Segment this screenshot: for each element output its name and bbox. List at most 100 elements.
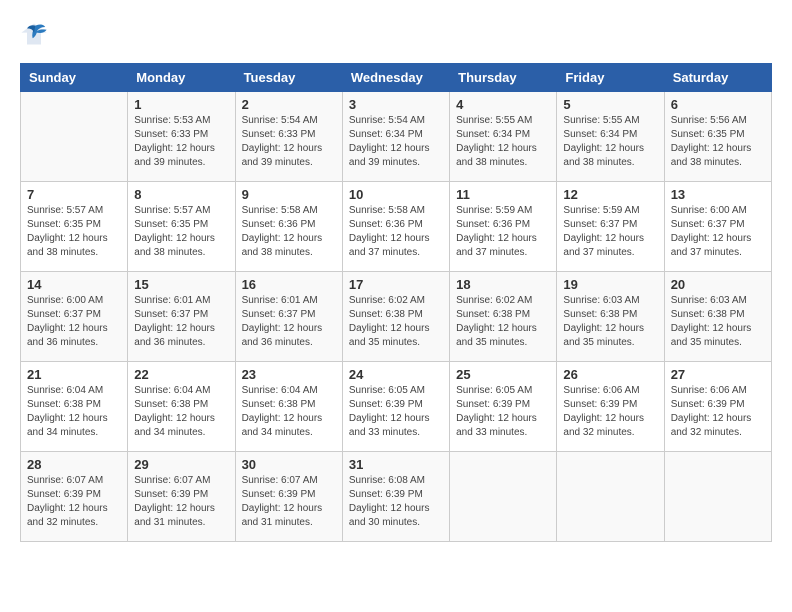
day-number: 24 [349, 367, 443, 382]
day-header-wednesday: Wednesday [342, 64, 449, 92]
calendar-cell: 12 Sunrise: 5:59 AM Sunset: 6:37 PM Dayli… [557, 182, 664, 272]
calendar-cell: 24 Sunrise: 6:05 AM Sunset: 6:39 PM Dayli… [342, 362, 449, 452]
calendar-week-row: 1Sunrise: 5:53 AM Sunset: 6:33 PM Daylig… [21, 92, 772, 182]
day-header-tuesday: Tuesday [235, 64, 342, 92]
day-number: 13 [671, 187, 765, 202]
calendar-week-row: 28 Sunrise: 6:07 AM Sunset: 6:39 PM Dayli… [21, 452, 772, 542]
day-info: Sunrise: 5:53 AM Sunset: 6:33 PM Dayligh… [134, 114, 228, 170]
page-header [20, 20, 772, 53]
day-info: Sunrise: 6:07 AM Sunset: 6:39 PM Dayligh… [134, 474, 228, 530]
logo [20, 20, 52, 53]
day-info: Sunrise: 6:02 AM Sunset: 6:38 PM Dayligh… [349, 294, 443, 350]
calendar-cell: 20 Sunrise: 6:03 AM Sunset: 6:38 PM Dayli… [664, 272, 771, 362]
calendar-cell: 4 Sunrise: 5:55 AM Sunset: 6:34 PM Daylig… [450, 92, 557, 182]
day-info: Sunrise: 5:54 AM Sunset: 6:33 PM Dayligh… [242, 114, 336, 170]
calendar-cell: 10Sunrise: 5:58 AM Sunset: 6:36 PM Dayli… [342, 182, 449, 272]
calendar-cell: 26Sunrise: 6:06 AM Sunset: 6:39 PM Dayli… [557, 362, 664, 452]
day-number: 15 [134, 277, 228, 292]
day-info: Sunrise: 5:59 AM Sunset: 6:37 PM Dayligh… [563, 204, 657, 260]
day-info: Sunrise: 6:03 AM Sunset: 6:38 PM Dayligh… [671, 294, 765, 350]
calendar-cell [664, 452, 771, 542]
day-number: 8 [134, 187, 228, 202]
calendar-cell: 7 Sunrise: 5:57 AM Sunset: 6:35 PM Daylig… [21, 182, 128, 272]
day-info: Sunrise: 6:04 AM Sunset: 6:38 PM Dayligh… [27, 384, 121, 440]
day-info: Sunrise: 6:07 AM Sunset: 6:39 PM Dayligh… [27, 474, 121, 530]
calendar-cell: 13Sunrise: 6:00 AM Sunset: 6:37 PM Dayli… [664, 182, 771, 272]
calendar-cell: 23 Sunrise: 6:04 AM Sunset: 6:38 PM Dayli… [235, 362, 342, 452]
day-number: 27 [671, 367, 765, 382]
calendar-cell: 22 Sunrise: 6:04 AM Sunset: 6:38 PM Dayli… [128, 362, 235, 452]
calendar-cell: 21Sunrise: 6:04 AM Sunset: 6:38 PM Dayli… [21, 362, 128, 452]
day-info: Sunrise: 6:03 AM Sunset: 6:38 PM Dayligh… [563, 294, 657, 350]
logo-icon [20, 20, 48, 48]
day-info: Sunrise: 6:04 AM Sunset: 6:38 PM Dayligh… [134, 384, 228, 440]
day-header-saturday: Saturday [664, 64, 771, 92]
day-info: Sunrise: 6:06 AM Sunset: 6:39 PM Dayligh… [671, 384, 765, 440]
day-number: 5 [563, 97, 657, 112]
day-info: Sunrise: 5:57 AM Sunset: 6:35 PM Dayligh… [134, 204, 228, 260]
day-header-friday: Friday [557, 64, 664, 92]
day-info: Sunrise: 6:04 AM Sunset: 6:38 PM Dayligh… [242, 384, 336, 440]
day-number: 30 [242, 457, 336, 472]
day-number: 19 [563, 277, 657, 292]
calendar-cell: 5 Sunrise: 5:55 AM Sunset: 6:34 PM Daylig… [557, 92, 664, 182]
calendar-week-row: 21Sunrise: 6:04 AM Sunset: 6:38 PM Dayli… [21, 362, 772, 452]
calendar-cell [450, 452, 557, 542]
day-number: 9 [242, 187, 336, 202]
day-number: 20 [671, 277, 765, 292]
day-number: 31 [349, 457, 443, 472]
calendar-cell: 11 Sunrise: 5:59 AM Sunset: 6:36 PM Dayli… [450, 182, 557, 272]
day-info: Sunrise: 5:57 AM Sunset: 6:35 PM Dayligh… [27, 204, 121, 260]
day-info: Sunrise: 6:02 AM Sunset: 6:38 PM Dayligh… [456, 294, 550, 350]
calendar-cell: 9 Sunrise: 5:58 AM Sunset: 6:36 PM Daylig… [235, 182, 342, 272]
calendar-cell: 25 Sunrise: 6:05 AM Sunset: 6:39 PM Dayli… [450, 362, 557, 452]
day-number: 29 [134, 457, 228, 472]
day-info: Sunrise: 6:00 AM Sunset: 6:37 PM Dayligh… [27, 294, 121, 350]
day-number: 26 [563, 367, 657, 382]
calendar-cell [21, 92, 128, 182]
calendar-week-row: 14 Sunrise: 6:00 AM Sunset: 6:37 PM Dayli… [21, 272, 772, 362]
day-number: 2 [242, 97, 336, 112]
day-number: 12 [563, 187, 657, 202]
calendar-cell: 28 Sunrise: 6:07 AM Sunset: 6:39 PM Dayli… [21, 452, 128, 542]
calendar-cell: 8 Sunrise: 5:57 AM Sunset: 6:35 PM Daylig… [128, 182, 235, 272]
day-number: 23 [242, 367, 336, 382]
calendar-week-row: 7 Sunrise: 5:57 AM Sunset: 6:35 PM Daylig… [21, 182, 772, 272]
day-info: Sunrise: 5:59 AM Sunset: 6:36 PM Dayligh… [456, 204, 550, 260]
day-number: 28 [27, 457, 121, 472]
day-info: Sunrise: 6:01 AM Sunset: 6:37 PM Dayligh… [242, 294, 336, 350]
day-number: 16 [242, 277, 336, 292]
calendar-cell: 30 Sunrise: 6:07 AM Sunset: 6:39 PM Dayli… [235, 452, 342, 542]
calendar-cell [557, 452, 664, 542]
day-number: 14 [27, 277, 121, 292]
day-header-monday: Monday [128, 64, 235, 92]
day-number: 4 [456, 97, 550, 112]
day-info: Sunrise: 5:55 AM Sunset: 6:34 PM Dayligh… [563, 114, 657, 170]
day-info: Sunrise: 6:08 AM Sunset: 6:39 PM Dayligh… [349, 474, 443, 530]
calendar-body: 1Sunrise: 5:53 AM Sunset: 6:33 PM Daylig… [21, 92, 772, 542]
calendar-cell: 14 Sunrise: 6:00 AM Sunset: 6:37 PM Dayli… [21, 272, 128, 362]
day-number: 7 [27, 187, 121, 202]
day-number: 18 [456, 277, 550, 292]
day-info: Sunrise: 6:01 AM Sunset: 6:37 PM Dayligh… [134, 294, 228, 350]
day-number: 10 [349, 187, 443, 202]
day-info: Sunrise: 5:55 AM Sunset: 6:34 PM Dayligh… [456, 114, 550, 170]
calendar-cell: 15 Sunrise: 6:01 AM Sunset: 6:37 PM Dayli… [128, 272, 235, 362]
day-header-sunday: Sunday [21, 64, 128, 92]
calendar-cell: 3Sunrise: 5:54 AM Sunset: 6:34 PM Daylig… [342, 92, 449, 182]
day-number: 11 [456, 187, 550, 202]
day-number: 22 [134, 367, 228, 382]
calendar-table: SundayMondayTuesdayWednesdayThursdayFrid… [20, 63, 772, 542]
day-info: Sunrise: 5:58 AM Sunset: 6:36 PM Dayligh… [242, 204, 336, 260]
day-info: Sunrise: 6:05 AM Sunset: 6:39 PM Dayligh… [456, 384, 550, 440]
day-info: Sunrise: 6:05 AM Sunset: 6:39 PM Dayligh… [349, 384, 443, 440]
calendar-cell: 27 Sunrise: 6:06 AM Sunset: 6:39 PM Dayli… [664, 362, 771, 452]
calendar-cell: 29 Sunrise: 6:07 AM Sunset: 6:39 PM Dayli… [128, 452, 235, 542]
day-number: 25 [456, 367, 550, 382]
calendar-cell: 17Sunrise: 6:02 AM Sunset: 6:38 PM Dayli… [342, 272, 449, 362]
day-info: Sunrise: 5:56 AM Sunset: 6:35 PM Dayligh… [671, 114, 765, 170]
calendar-header-row: SundayMondayTuesdayWednesdayThursdayFrid… [21, 64, 772, 92]
day-info: Sunrise: 6:07 AM Sunset: 6:39 PM Dayligh… [242, 474, 336, 530]
calendar-cell: 2 Sunrise: 5:54 AM Sunset: 6:33 PM Daylig… [235, 92, 342, 182]
day-number: 3 [349, 97, 443, 112]
